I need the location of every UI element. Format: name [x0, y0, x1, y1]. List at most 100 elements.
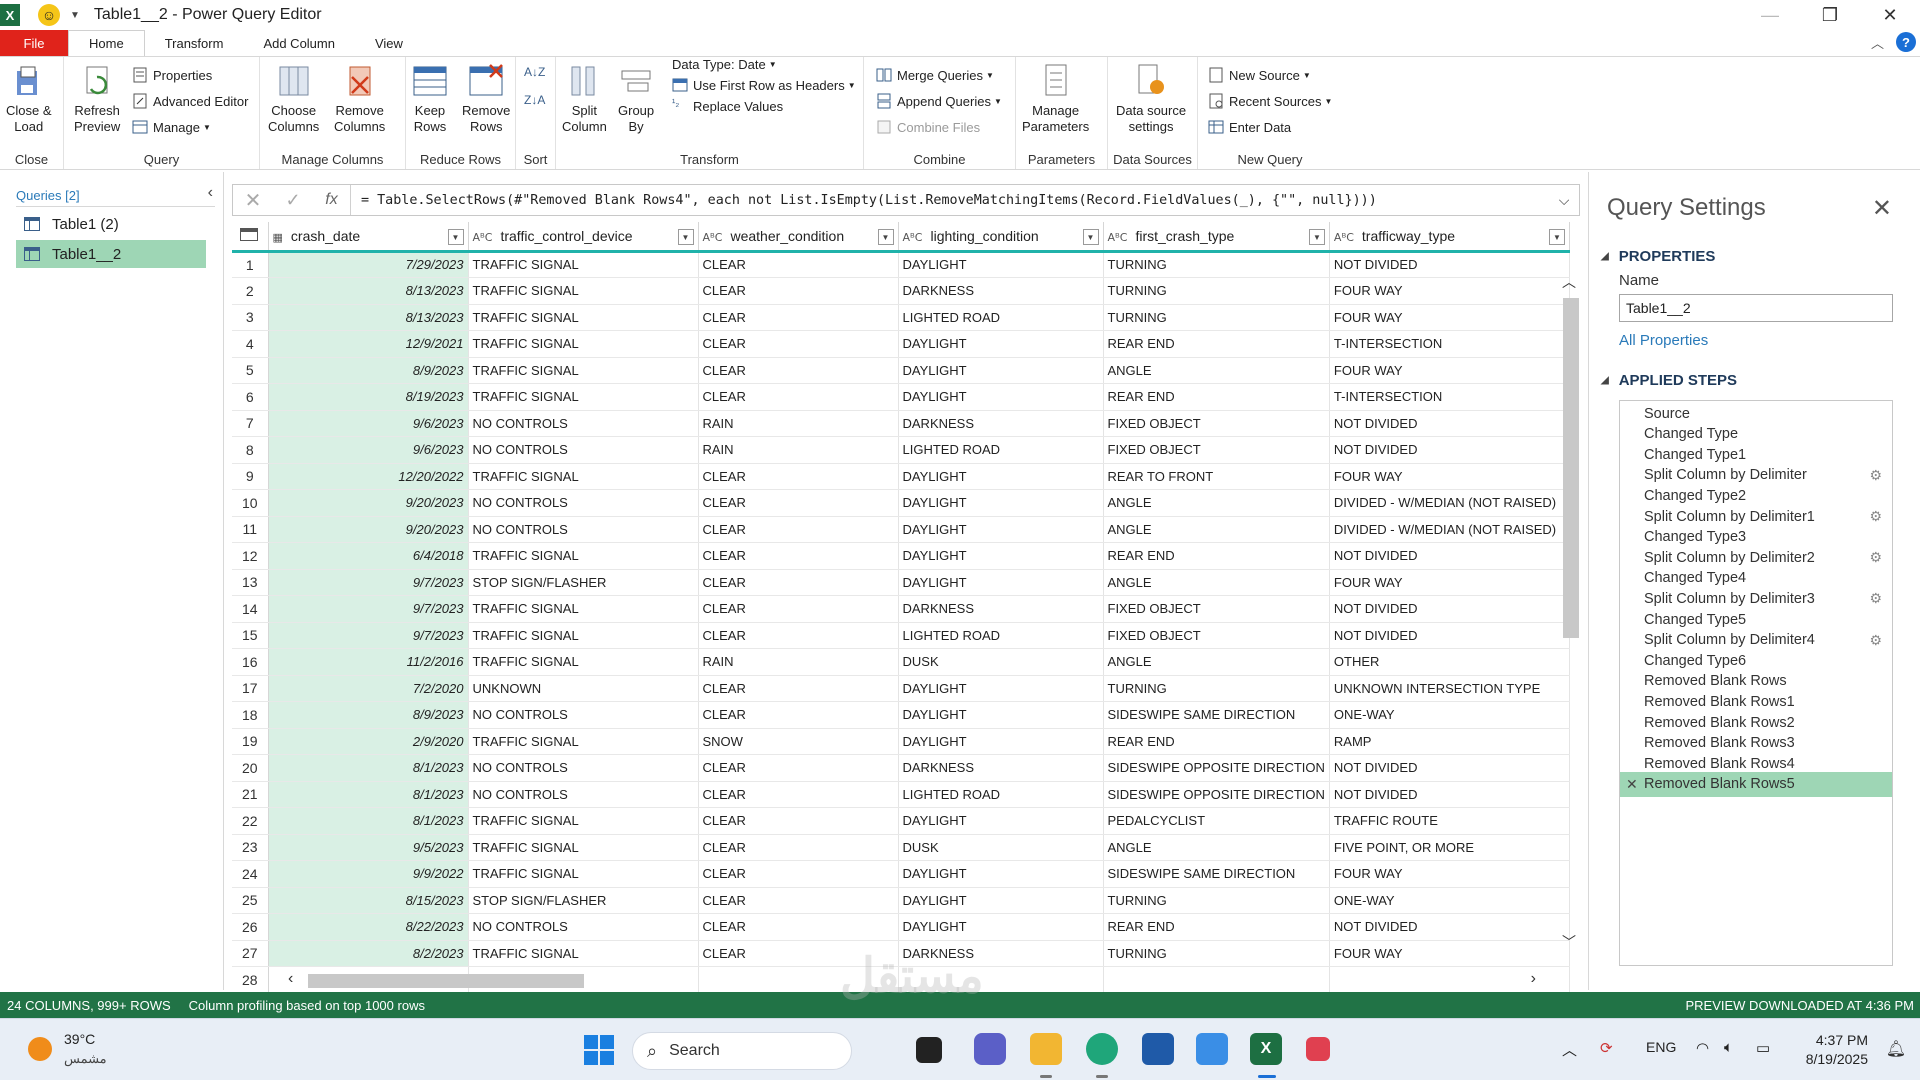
filter-dropdown-icon[interactable]: ▼: [677, 229, 694, 245]
table-cell[interactable]: DAYLIGHT: [898, 860, 1104, 888]
file-explorer-icon[interactable]: [1030, 1033, 1062, 1065]
expand-formula-icon[interactable]: ⌵: [1549, 192, 1579, 209]
formula-input[interactable]: = Table.SelectRows(#"Removed Blank Rows4…: [351, 193, 1549, 208]
volume-icon[interactable]: 🔈︎: [1724, 1039, 1733, 1056]
table-cell[interactable]: TRAFFIC SIGNAL: [468, 383, 699, 411]
table-cell[interactable]: NO CONTROLS: [468, 781, 699, 808]
table-cell[interactable]: 9/6/2023: [268, 436, 469, 464]
table-cell[interactable]: NO CONTROLS: [468, 754, 699, 782]
split-column-button[interactable]: Split Column: [562, 63, 607, 135]
vertical-scrollbar[interactable]: ︿ ﹀: [1560, 272, 1580, 952]
table-cell[interactable]: CLEAR: [698, 251, 899, 278]
snipping-tool-icon[interactable]: [1306, 1037, 1330, 1061]
table-cell[interactable]: 8/13/2023: [268, 304, 469, 331]
tab-view[interactable]: View: [355, 30, 423, 56]
notification-bell-icon[interactable]: 🔔︎: [1886, 1039, 1906, 1059]
table-cell[interactable]: STOP SIGN/FLASHER: [468, 569, 699, 596]
status-profiling[interactable]: Column profiling based on top 1000 rows: [189, 998, 425, 1013]
table-cell[interactable]: CLEAR: [698, 542, 899, 570]
battery-icon[interactable]: ▭: [1756, 1039, 1770, 1057]
filter-dropdown-icon[interactable]: ▼: [447, 229, 464, 245]
terminal-app-icon[interactable]: [916, 1037, 942, 1063]
table-cell[interactable]: 9/7/2023: [268, 622, 469, 649]
table-cell[interactable]: 11/2/2016: [268, 648, 469, 676]
table-cell[interactable]: DUSK: [898, 834, 1104, 861]
query-item-table1-2[interactable]: Table1 (2): [16, 210, 206, 238]
column-header-crash-date[interactable]: ▦ crash_date ▼: [268, 222, 469, 253]
text-type-icon[interactable]: AᴮC: [903, 231, 923, 244]
table-cell[interactable]: TURNING: [1103, 675, 1330, 702]
weather-description[interactable]: مشمس: [64, 1051, 107, 1067]
table-cell[interactable]: NOT DIVIDED: [1329, 913, 1570, 941]
row-number[interactable]: 5: [232, 357, 269, 384]
table-cell[interactable]: CLEAR: [698, 887, 899, 914]
table-cell[interactable]: 8/2/2023: [268, 940, 469, 967]
table-cell[interactable]: DAYLIGHT: [898, 887, 1104, 914]
table-cell[interactable]: OTHER: [1329, 648, 1570, 676]
properties-section-header[interactable]: ◢ PROPERTIES: [1601, 248, 1715, 265]
table-cell[interactable]: FOUR WAY: [1329, 357, 1570, 384]
table-cell[interactable]: CLEAR: [698, 860, 899, 888]
table-cell[interactable]: SNOW: [698, 728, 899, 755]
row-number[interactable]: 24: [232, 860, 269, 888]
tab-add-column[interactable]: Add Column: [243, 30, 355, 56]
table-cell[interactable]: TRAFFIC SIGNAL: [468, 622, 699, 649]
table-cell[interactable]: FIVE POINT, OR MORE: [1329, 834, 1570, 861]
table-cell[interactable]: LIGHTED ROAD: [898, 304, 1104, 331]
table-cell[interactable]: CLEAR: [698, 569, 899, 596]
excel-taskbar-icon[interactable]: X: [1250, 1033, 1282, 1065]
table-cell[interactable]: FIXED OBJECT: [1103, 595, 1330, 623]
tab-file[interactable]: File: [0, 30, 68, 56]
row-number[interactable]: 17: [232, 675, 269, 702]
table-cell[interactable]: NO CONTROLS: [468, 913, 699, 941]
properties-button[interactable]: Properties: [132, 67, 212, 83]
row-number[interactable]: 8: [232, 436, 269, 464]
table-cell[interactable]: FIXED OBJECT: [1103, 410, 1330, 437]
table-cell[interactable]: 9/6/2023: [268, 410, 469, 437]
remove-rows-button[interactable]: Remove Rows: [462, 63, 510, 135]
table-cell[interactable]: FOUR WAY: [1329, 860, 1570, 888]
table-cell[interactable]: ANGLE: [1103, 569, 1330, 596]
row-number[interactable]: 21: [232, 781, 269, 808]
table-cell[interactable]: DIVIDED - W/MEDIAN (NOT RAISED): [1329, 516, 1570, 543]
table-cell[interactable]: TRAFFIC SIGNAL: [468, 304, 699, 331]
commit-formula-icon[interactable]: ✓: [273, 190, 313, 211]
table-cell[interactable]: FOUR WAY: [1329, 569, 1570, 596]
windows-start-icon[interactable]: [584, 1035, 614, 1065]
tab-home[interactable]: Home: [68, 30, 145, 56]
table-cell[interactable]: NO CONTROLS: [468, 701, 699, 729]
table-cell[interactable]: RAMP: [1329, 728, 1570, 755]
applied-step[interactable]: Removed Blank Rows5 ✕: [1620, 771, 1892, 797]
table-cell[interactable]: CLEAR: [698, 834, 899, 861]
table-cell[interactable]: TURNING: [1103, 277, 1330, 305]
table-cell[interactable]: 9/7/2023: [268, 569, 469, 596]
recent-sources-button[interactable]: Recent Sources ▼: [1208, 93, 1332, 109]
table-cell[interactable]: 8/15/2023: [268, 887, 469, 914]
table-cell[interactable]: 8/1/2023: [268, 807, 469, 835]
table-cell[interactable]: 8/1/2023: [268, 781, 469, 808]
text-type-icon[interactable]: AᴮC: [1334, 231, 1354, 244]
choose-columns-button[interactable]: Choose Columns: [268, 63, 319, 135]
table-cell[interactable]: NOT DIVIDED: [1329, 410, 1570, 437]
table-cell[interactable]: CLEAR: [698, 277, 899, 305]
table-cell[interactable]: TRAFFIC SIGNAL: [468, 463, 699, 490]
scroll-down-icon[interactable]: ﹀: [1562, 932, 1576, 952]
excel-app-icon[interactable]: X: [0, 4, 20, 26]
column-header-weather-condition[interactable]: AᴮC weather_condition ▼: [698, 222, 899, 253]
edge-browser-icon[interactable]: [1086, 1033, 1118, 1065]
table-cell[interactable]: TURNING: [1103, 887, 1330, 914]
table-cell[interactable]: NOT DIVIDED: [1329, 754, 1570, 782]
table-cell[interactable]: T-INTERSECTION: [1329, 330, 1570, 358]
row-number[interactable]: 13: [232, 569, 269, 596]
row-number[interactable]: 18: [232, 701, 269, 729]
table-cell[interactable]: 9/7/2023: [268, 595, 469, 623]
table-cell[interactable]: 9/20/2023: [268, 516, 469, 543]
combine-files-button[interactable]: Combine Files: [876, 119, 980, 135]
table-cell[interactable]: REAR END: [1103, 728, 1330, 755]
table-cell[interactable]: TRAFFIC SIGNAL: [468, 542, 699, 570]
table-cell[interactable]: TRAFFIC SIGNAL: [468, 330, 699, 358]
table-cell[interactable]: DAYLIGHT: [898, 383, 1104, 411]
enter-data-button[interactable]: Enter Data: [1208, 119, 1291, 135]
data-type-dropdown[interactable]: Data Type: Date ▼: [672, 57, 777, 72]
use-first-row-button[interactable]: Use First Row as Headers ▼: [672, 77, 856, 93]
